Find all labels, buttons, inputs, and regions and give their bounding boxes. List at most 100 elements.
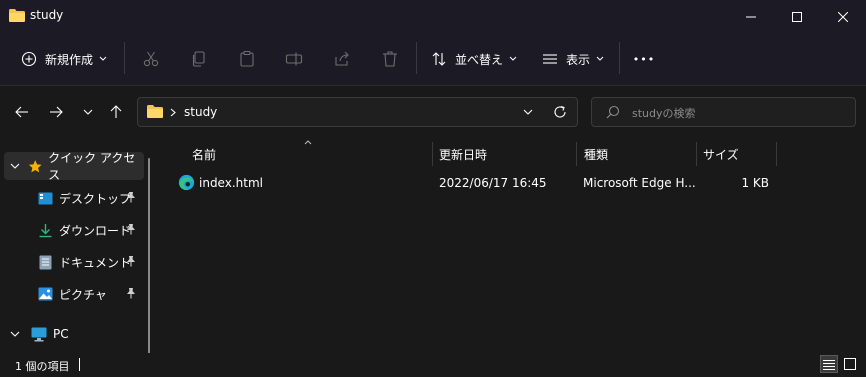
- arrow-right-icon: [50, 106, 63, 118]
- up-button[interactable]: [105, 101, 127, 123]
- copy-icon: [192, 51, 205, 67]
- sidebar-item-label: デスクトップ: [59, 191, 132, 206]
- details-view-icon: [823, 359, 835, 370]
- sidebar-item-documents[interactable]: ドキュメント: [0, 248, 152, 276]
- cut-button[interactable]: [136, 41, 166, 77]
- chevron-down-icon[interactable]: [10, 162, 20, 170]
- delete-button[interactable]: [375, 41, 405, 77]
- maximize-button[interactable]: [774, 0, 820, 33]
- sidebar-item-label: ダウンロード: [59, 223, 132, 238]
- chevron-down-icon: [99, 56, 107, 61]
- title-bar: study: [0, 0, 866, 33]
- address-bar[interactable]: study: [137, 97, 578, 127]
- file-modified: 2022/06/17 16:45: [439, 176, 547, 190]
- pin-icon: [127, 192, 135, 203]
- pin-icon: [127, 288, 135, 299]
- paste-button[interactable]: [232, 41, 262, 77]
- rename-button[interactable]: [279, 41, 309, 77]
- column-header-type-label: 種類: [584, 147, 609, 162]
- sidebar-item-desktop[interactable]: デスクトップ: [0, 184, 152, 212]
- pin-icon: [127, 256, 135, 267]
- view-button[interactable]: 表示: [537, 41, 609, 77]
- toolbar-separator: [619, 42, 620, 74]
- recent-locations-button[interactable]: [77, 101, 99, 123]
- copy-button[interactable]: [184, 41, 214, 77]
- pin-icon: [127, 224, 135, 235]
- address-history-icon[interactable]: [523, 109, 533, 116]
- chevron-down-icon[interactable]: [10, 330, 20, 338]
- navigation-pane: クイック アクセス デスクトップ ダウンロード ドキュメント ピクチャ PC: [0, 138, 160, 368]
- search-input[interactable]: [630, 103, 844, 123]
- scissors-icon: [143, 51, 159, 67]
- sidebar-item-downloads[interactable]: ダウンロード: [0, 216, 152, 244]
- desktop-icon: [38, 192, 53, 204]
- pictures-icon: [38, 287, 53, 301]
- details-view-button[interactable]: [820, 355, 838, 373]
- download-icon: [39, 223, 52, 237]
- forward-button[interactable]: [45, 101, 67, 123]
- file-size: 1 KB: [741, 176, 769, 190]
- column-divider[interactable]: [696, 142, 697, 166]
- sidebar-item-label: PC: [53, 327, 69, 341]
- sidebar-item-pc[interactable]: PC: [0, 320, 152, 348]
- file-name: index.html: [199, 176, 263, 190]
- column-header-size-label: サイズ: [703, 147, 739, 162]
- edge-file-icon: [178, 174, 195, 191]
- column-header-modified-label: 更新日時: [439, 147, 488, 162]
- status-bar: 1 個の項目: [0, 353, 866, 377]
- search-box[interactable]: [591, 97, 856, 127]
- column-header-type[interactable]: 種類: [584, 140, 696, 168]
- sidebar-item-pictures[interactable]: ピクチャ: [0, 280, 152, 308]
- file-explorer-window: study 新規作成 並べ替え 表示 ••• study studyの検索 クイ…: [0, 0, 866, 377]
- view-lines-icon: [542, 54, 557, 64]
- navigation-scrollbar[interactable]: [148, 158, 150, 368]
- back-button[interactable]: [11, 101, 33, 123]
- chevron-down-icon: [83, 109, 93, 115]
- toolbar-separator: [416, 42, 417, 74]
- rename-icon: [285, 52, 303, 66]
- close-button[interactable]: [820, 0, 866, 33]
- sidebar-item-label: クイック アクセス: [48, 151, 136, 182]
- arrow-up-icon: [110, 105, 122, 118]
- trash-icon: [383, 51, 397, 67]
- chevron-right-icon: [170, 108, 176, 117]
- navigation-bar: study: [0, 85, 866, 138]
- command-bar: 新規作成 並べ替え 表示 •••: [0, 33, 866, 85]
- item-count: 1 個の項目: [15, 360, 70, 373]
- arrow-left-icon: [15, 106, 28, 118]
- column-header-modified[interactable]: 更新日時: [439, 140, 575, 168]
- close-icon: [838, 11, 848, 22]
- minimize-button[interactable]: [728, 0, 774, 33]
- file-list: 名前 更新日時 種類 サイズ index.html 2022/06/17 16:…: [160, 138, 866, 353]
- share-button[interactable]: [327, 41, 357, 77]
- more-options-button[interactable]: •••: [628, 41, 660, 77]
- pc-icon: [31, 327, 47, 341]
- more-icon: •••: [632, 52, 656, 66]
- column-header-name-label: 名前: [192, 147, 217, 162]
- table-row[interactable]: index.html 2022/06/17 16:45 Microsoft Ed…: [168, 170, 788, 196]
- file-type: Microsoft Edge H...: [583, 176, 696, 190]
- column-divider[interactable]: [776, 142, 777, 166]
- address-path[interactable]: study: [184, 105, 217, 119]
- sort-label: 並べ替え: [454, 52, 503, 67]
- new-button[interactable]: 新規作成: [14, 41, 114, 77]
- star-icon: [28, 159, 42, 172]
- maximize-icon: [792, 11, 802, 22]
- sidebar-item-label: ピクチャ: [59, 287, 107, 302]
- new-label: 新規作成: [44, 52, 93, 67]
- column-divider[interactable]: [576, 142, 577, 166]
- folder-icon: [9, 9, 25, 22]
- search-icon: [606, 105, 620, 119]
- sidebar-item-quick-access[interactable]: クイック アクセス: [4, 151, 144, 182]
- toolbar-separator: [124, 42, 125, 74]
- column-header-size[interactable]: サイズ: [703, 140, 773, 168]
- status-divider: [79, 358, 80, 371]
- sort-button[interactable]: 並べ替え: [428, 41, 520, 77]
- column-header-name[interactable]: 名前: [192, 140, 432, 168]
- large-icons-view-button[interactable]: [841, 355, 859, 373]
- window-title: study: [30, 8, 64, 22]
- column-divider[interactable]: [432, 142, 433, 166]
- plus-circle-icon: [21, 51, 37, 67]
- document-icon: [39, 255, 52, 269]
- refresh-icon[interactable]: [552, 104, 568, 120]
